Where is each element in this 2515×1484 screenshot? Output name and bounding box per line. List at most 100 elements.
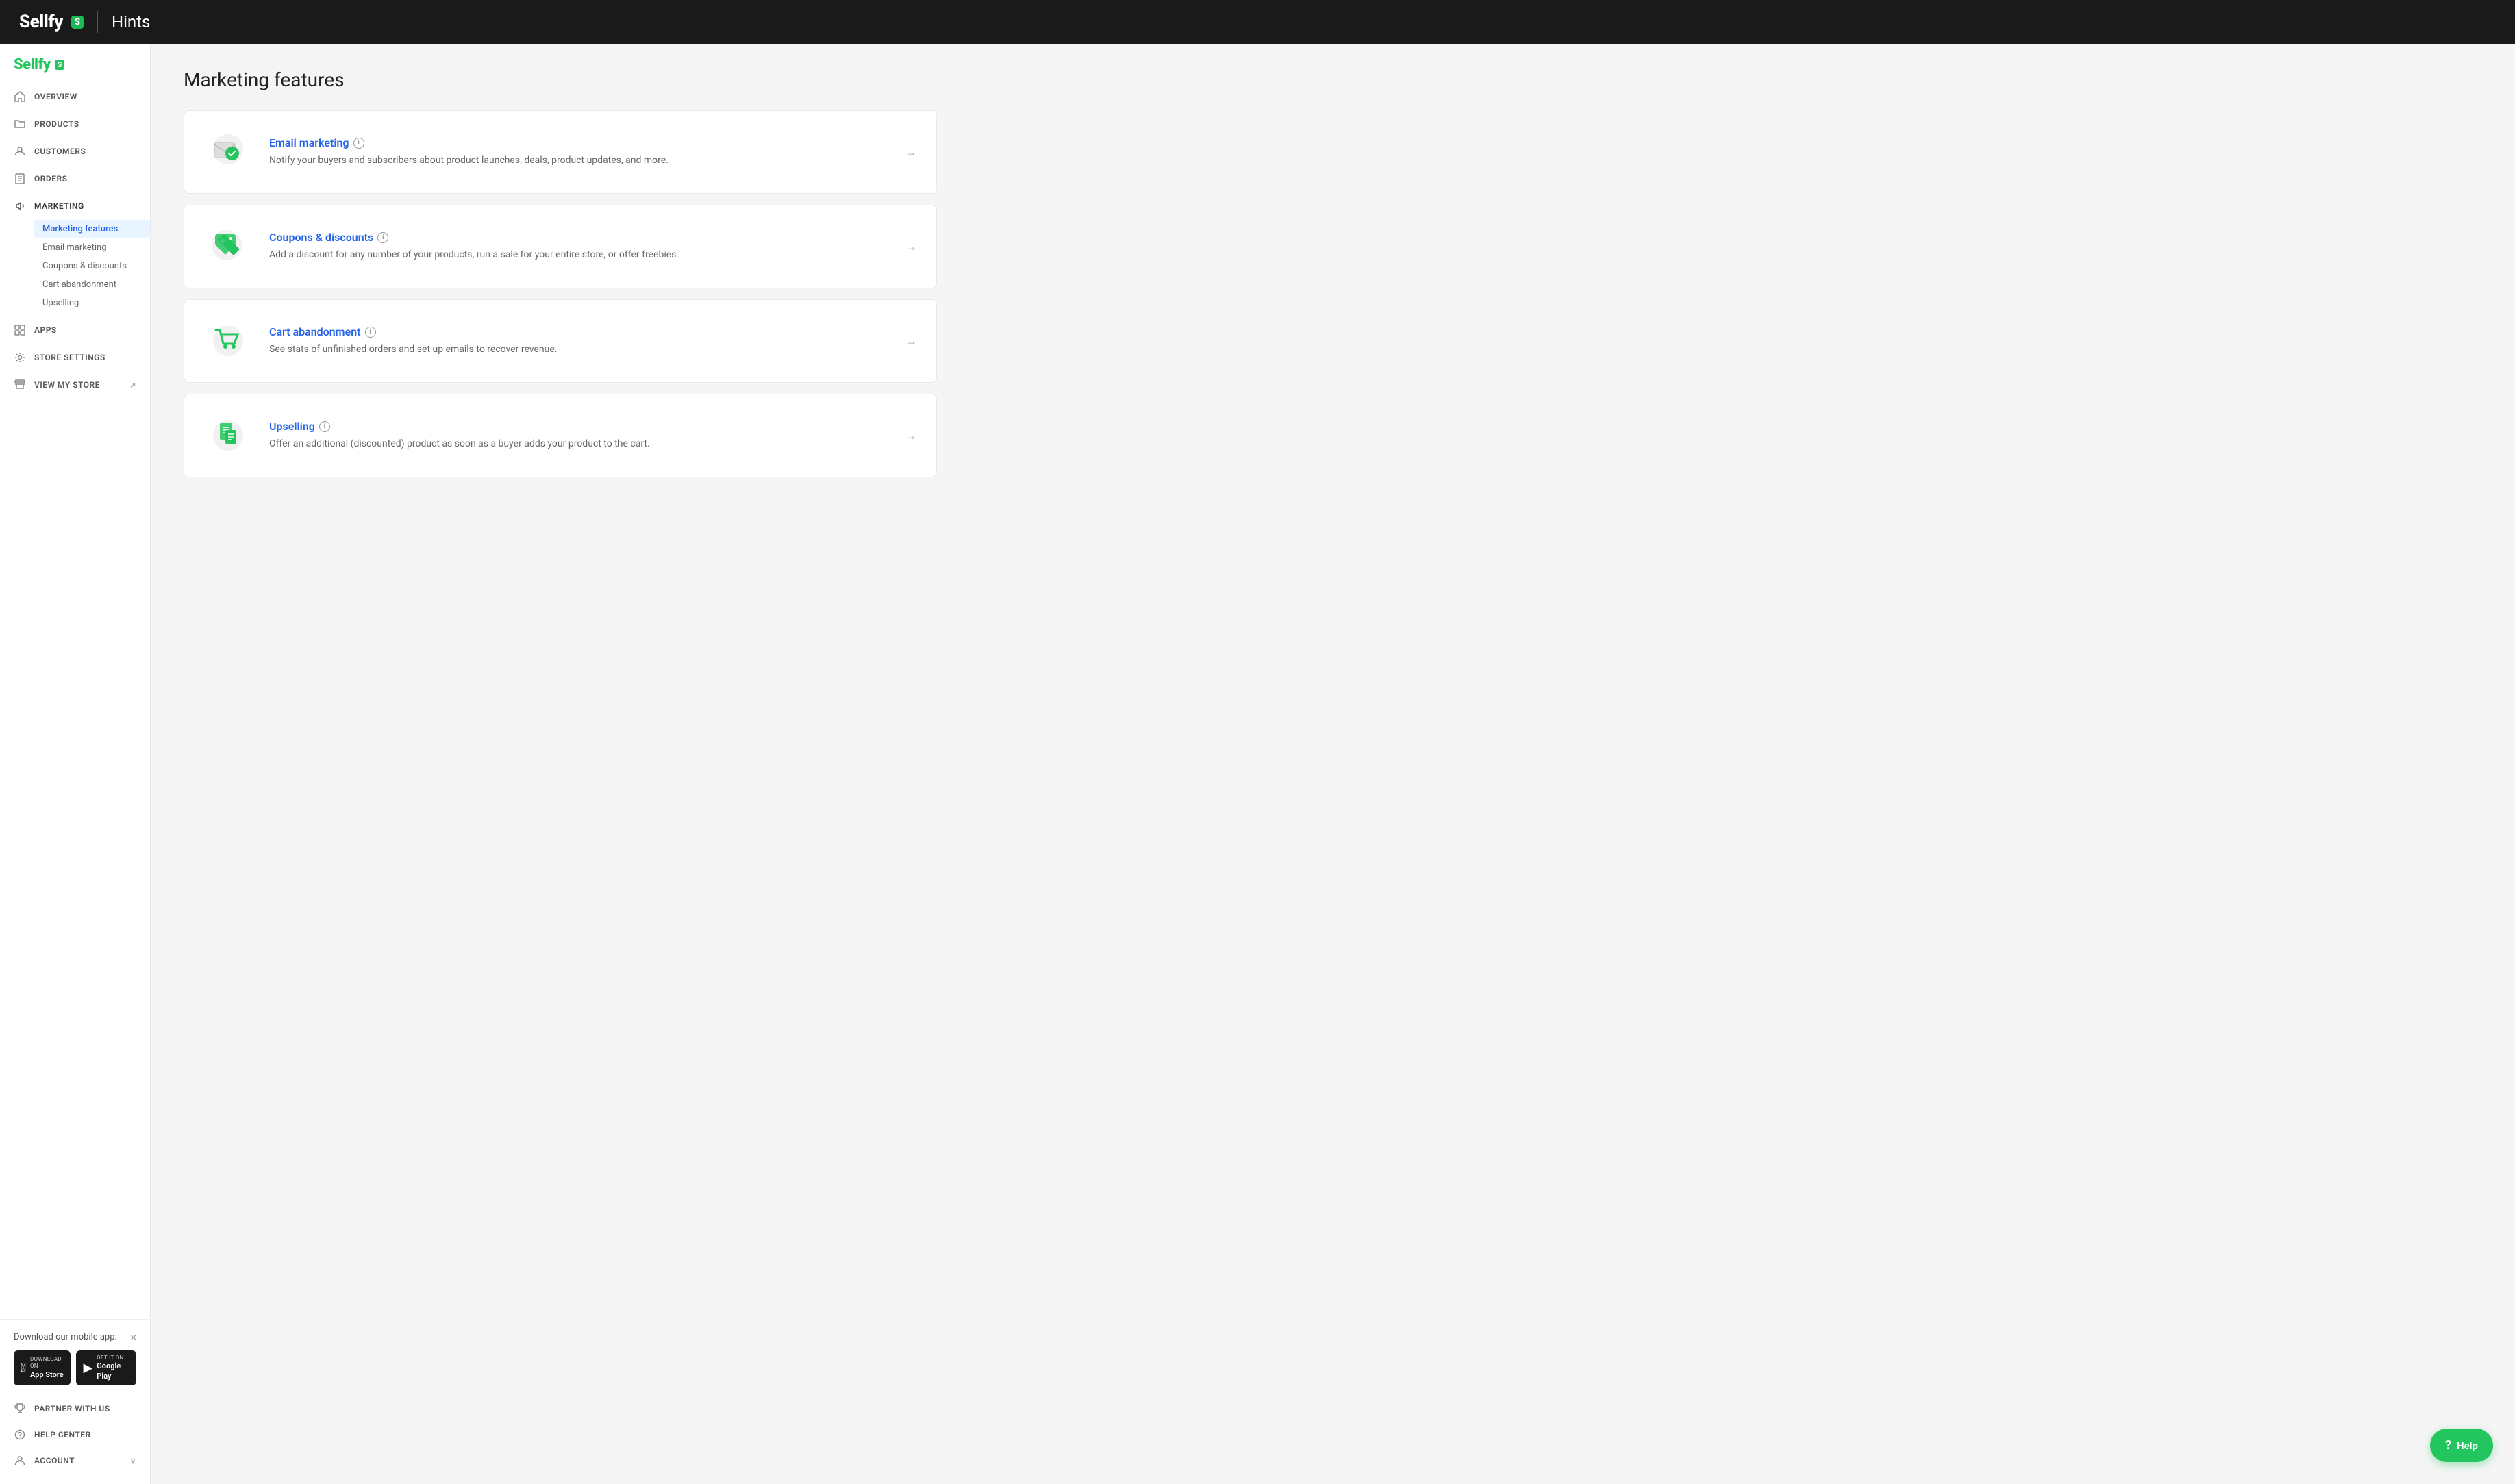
- cart-abandonment-icon: [203, 316, 253, 366]
- cart-abandonment-title: Cart abandonment i: [269, 325, 888, 338]
- cart-info-icon: i: [365, 327, 376, 338]
- email-marketing-title: Email marketing i: [269, 136, 888, 149]
- sidebar-item-account[interactable]: Account ∨: [14, 1448, 136, 1473]
- page-heading: Marketing features: [184, 68, 2482, 91]
- external-link-icon: ↗: [129, 381, 136, 390]
- help-center-icon: [14, 1429, 26, 1441]
- sidebar-item-help-center[interactable]: Help Center: [14, 1422, 136, 1447]
- upselling-arrow: →: [905, 429, 917, 443]
- sidebar-item-products[interactable]: Products: [0, 110, 150, 138]
- coupons-info-icon: i: [377, 232, 388, 243]
- sub-nav-cart-abandonment[interactable]: Cart abandonment: [34, 275, 150, 294]
- account-icon: [14, 1455, 26, 1467]
- sidebar: Sellfy S Overview Products: [0, 44, 151, 1484]
- upselling-icon: [203, 411, 253, 460]
- megaphone-icon: [14, 200, 26, 212]
- email-marketing-arrow: →: [905, 145, 917, 160]
- cart-abandonment-desc: See stats of unfinished orders and set u…: [269, 342, 888, 357]
- upselling-info-icon: i: [319, 421, 330, 432]
- sidebar-label-store-settings: Store Settings: [34, 353, 105, 362]
- sidebar-label-apps: Apps: [34, 325, 57, 335]
- sidebar-label-marketing: Marketing: [34, 201, 84, 211]
- sidebar-label-orders: Orders: [34, 174, 67, 184]
- sidebar-bottom: Download our mobile app: ×  Download on…: [0, 1319, 150, 1484]
- sub-nav-coupons-discounts[interactable]: Coupons & discounts: [34, 257, 150, 275]
- folder-icon: [14, 118, 26, 130]
- sidebar-label-products: Products: [34, 119, 79, 129]
- upselling-desc: Offer an additional (discounted) product…: [269, 437, 888, 451]
- coupons-discounts-icon: [203, 222, 253, 271]
- help-label: Help: [2457, 1439, 2478, 1452]
- sidebar-logo: Sellfy S: [0, 44, 150, 83]
- sub-nav-upselling[interactable]: Upselling: [34, 294, 150, 312]
- sidebar-label-view-my-store: View My Store: [34, 380, 100, 390]
- sidebar-item-store-settings[interactable]: Store Settings: [0, 344, 150, 371]
- receipt-icon: [14, 173, 26, 185]
- upselling-title: Upselling i: [269, 420, 888, 433]
- sidebar-label-customers: Customers: [34, 147, 86, 156]
- help-question-icon: ?: [2445, 1438, 2451, 1452]
- sidebar-footer-items: Partner With Us Help Center: [14, 1396, 136, 1473]
- coupons-arrow: →: [905, 240, 917, 254]
- partner-label: Partner With Us: [34, 1404, 110, 1413]
- gear-icon: [14, 351, 26, 364]
- upselling-info: Upselling i Offer an additional (discoun…: [269, 420, 888, 451]
- help-center-label: Help Center: [34, 1430, 91, 1439]
- sidebar-item-overview[interactable]: Overview: [0, 83, 150, 110]
- feature-cards: Email marketing i Notify your buyers and…: [184, 110, 937, 477]
- main-content: Marketing features Email mark: [151, 44, 2515, 1484]
- email-marketing-info-icon: i: [353, 138, 364, 149]
- play-store-name: Google Play: [97, 1361, 129, 1381]
- play-icon: ▶: [83, 1360, 92, 1376]
- email-marketing-desc: Notify your buyers and subscribers about…: [269, 153, 888, 168]
- coupons-discounts-info: Coupons & discounts i Add a discount for…: [269, 231, 888, 262]
- grid-icon: [14, 324, 26, 336]
- email-marketing-card[interactable]: Email marketing i Notify your buyers and…: [184, 110, 937, 194]
- sidebar-item-partner[interactable]: Partner With Us: [14, 1396, 136, 1421]
- sidebar-item-apps[interactable]: Apps: [0, 316, 150, 344]
- sidebar-item-customers[interactable]: Customers: [0, 138, 150, 165]
- header-divider: [97, 11, 98, 33]
- help-button[interactable]: ? Help: [2430, 1429, 2493, 1462]
- app-store-button[interactable]:  Download on App Store: [14, 1350, 71, 1385]
- sidebar-label-overview: Overview: [34, 92, 77, 101]
- home-icon: [14, 90, 26, 103]
- sub-nav-marketing-features[interactable]: Marketing features: [34, 220, 150, 238]
- store-icon: [14, 379, 26, 391]
- play-store-button[interactable]: ▶ GET IT ON Google Play: [76, 1350, 136, 1385]
- coupons-discounts-title: Coupons & discounts i: [269, 231, 888, 244]
- sidebar-item-orders[interactable]: Orders: [0, 165, 150, 192]
- sidebar-item-marketing[interactable]: Marketing: [0, 192, 150, 220]
- sub-nav-email-marketing[interactable]: Email marketing: [34, 238, 150, 257]
- email-marketing-icon: [203, 127, 253, 177]
- sidebar-brand-text: Sellfy: [14, 56, 51, 73]
- mobile-app-label: Download our mobile app:: [14, 1332, 117, 1342]
- main-layout: Sellfy S Overview Products: [0, 44, 2515, 1484]
- app-buttons:  Download on App Store ▶ GET IT ON Goog…: [14, 1350, 136, 1385]
- mobile-app-close[interactable]: ×: [130, 1331, 136, 1344]
- header-page-title: Hints: [112, 12, 150, 32]
- apple-icon: : [21, 1360, 26, 1376]
- upselling-card[interactable]: Upselling i Offer an additional (discoun…: [184, 394, 937, 477]
- header-logo-badge: S: [71, 16, 84, 29]
- header-logo-text: Sellfy: [19, 12, 63, 32]
- marketing-sub-nav: Marketing features Email marketing Coupo…: [0, 220, 150, 316]
- trophy-icon: [14, 1403, 26, 1415]
- header-logo: Sellfy S: [19, 12, 84, 32]
- account-chevron-down-icon: ∨: [130, 1456, 136, 1466]
- mobile-app-section: Download our mobile app: ×: [14, 1331, 136, 1344]
- sidebar-item-view-my-store[interactable]: View My Store ↗: [0, 371, 150, 399]
- coupons-discounts-desc: Add a discount for any number of your pr…: [269, 248, 888, 262]
- coupons-discounts-card[interactable]: Coupons & discounts i Add a discount for…: [184, 205, 937, 288]
- cart-abandonment-info: Cart abandonment i See stats of unfinish…: [269, 325, 888, 357]
- cart-arrow: →: [905, 334, 917, 349]
- email-marketing-info: Email marketing i Notify your buyers and…: [269, 136, 888, 168]
- app-store-label: Download on: [30, 1356, 64, 1370]
- app-store-name: App Store: [30, 1370, 64, 1380]
- person-icon: [14, 145, 26, 158]
- play-store-label: GET IT ON: [97, 1355, 129, 1361]
- top-header: Sellfy S Hints: [0, 0, 2515, 44]
- sidebar-brand-badge: S: [55, 60, 65, 70]
- account-label: Account: [34, 1456, 75, 1466]
- cart-abandonment-card[interactable]: Cart abandonment i See stats of unfinish…: [184, 299, 937, 383]
